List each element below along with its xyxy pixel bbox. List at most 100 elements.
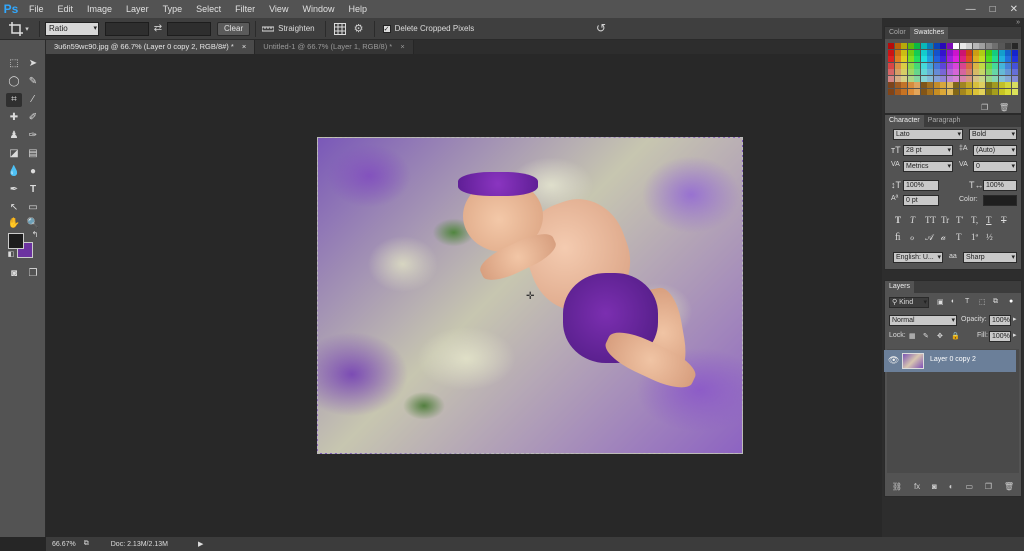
swatch[interactable]: [998, 62, 1005, 69]
dodge-tool-icon[interactable]: ●: [25, 165, 41, 179]
type-filter-icon[interactable]: T: [965, 298, 969, 305]
swatch[interactable]: [914, 88, 920, 95]
swatch[interactable]: [946, 49, 953, 56]
swatch[interactable]: [992, 43, 998, 49]
swatch[interactable]: [966, 56, 972, 62]
swatch[interactable]: [907, 43, 914, 49]
swatch[interactable]: [907, 75, 914, 82]
grid-overlay-icon[interactable]: [331, 22, 349, 35]
swatch[interactable]: [992, 88, 998, 95]
ratio-select[interactable]: Ratio: [45, 21, 99, 36]
menu-image[interactable]: Image: [80, 0, 119, 18]
swatch[interactable]: [1005, 56, 1011, 62]
swatch[interactable]: [901, 82, 907, 88]
swatch[interactable]: [940, 62, 946, 69]
swatch[interactable]: [998, 88, 1005, 95]
swatch[interactable]: [998, 82, 1005, 88]
ligature-icon[interactable]: ﬁ: [895, 232, 901, 243]
swatch[interactable]: [920, 49, 927, 56]
fill-slider-icon[interactable]: ▸: [1013, 331, 1017, 339]
swatch[interactable]: [979, 82, 985, 88]
swatch[interactable]: [959, 69, 966, 75]
font-family-select[interactable]: Lato: [893, 129, 963, 140]
swatch[interactable]: [907, 49, 914, 56]
swatch[interactable]: [979, 49, 985, 56]
swatch[interactable]: [985, 69, 992, 75]
swatch[interactable]: [933, 88, 940, 95]
swatch[interactable]: [972, 49, 979, 56]
swatch[interactable]: [946, 43, 953, 49]
history-brush-tool-icon[interactable]: ✑: [25, 129, 41, 143]
swatch[interactable]: [927, 62, 933, 69]
swatch[interactable]: [972, 82, 979, 88]
swatch[interactable]: [914, 69, 920, 75]
swatch[interactable]: [894, 69, 901, 75]
brush-tool-icon[interactable]: ✐: [25, 111, 41, 125]
swatch[interactable]: [907, 62, 914, 69]
screen-mode-icon[interactable]: ❐: [25, 267, 41, 281]
swatch[interactable]: [979, 75, 985, 82]
swatch[interactable]: [940, 75, 946, 82]
swatch[interactable]: [914, 49, 920, 56]
swatch[interactable]: [946, 75, 953, 82]
document-image[interactable]: ✛: [317, 137, 743, 454]
swatch[interactable]: [946, 69, 953, 75]
swatch[interactable]: [1005, 49, 1011, 56]
swatch[interactable]: [1011, 82, 1018, 88]
leading-select[interactable]: (Auto): [973, 145, 1017, 156]
blend-mode-select[interactable]: Normal: [889, 315, 957, 326]
swatch[interactable]: [914, 62, 920, 69]
swatch[interactable]: [1011, 56, 1018, 62]
faux-bold-button[interactable]: T: [895, 215, 901, 225]
swatch[interactable]: [953, 56, 959, 62]
swatch[interactable]: [907, 56, 914, 62]
tab-layers[interactable]: Layers: [885, 281, 915, 293]
swash-icon[interactable]: 𝒜: [925, 232, 934, 243]
swatch[interactable]: [985, 88, 992, 95]
smart-filter-icon[interactable]: ⧉: [993, 298, 998, 306]
swatch[interactable]: [1011, 49, 1018, 56]
swatch[interactable]: [920, 43, 927, 49]
menu-layer[interactable]: Layer: [119, 0, 156, 18]
menu-file[interactable]: File: [22, 0, 51, 18]
swatch[interactable]: [888, 43, 894, 49]
swatch[interactable]: [920, 62, 927, 69]
subscript-button[interactable]: T,: [971, 215, 978, 225]
swatch[interactable]: [966, 82, 972, 88]
layer-row[interactable]: 👁 Layer 0 copy 2: [884, 350, 1016, 372]
swatch[interactable]: [972, 88, 979, 95]
swatch[interactable]: [901, 56, 907, 62]
reset-icon[interactable]: ↺: [596, 21, 606, 35]
swatch[interactable]: [927, 75, 933, 82]
swatch[interactable]: [966, 75, 972, 82]
swatch[interactable]: [901, 43, 907, 49]
horizontal-scale-input[interactable]: 100%: [983, 180, 1017, 191]
new-swatch-icon[interactable]: ❐: [981, 103, 988, 112]
anti-alias-select[interactable]: Sharp: [963, 252, 1017, 263]
swatch[interactable]: [985, 43, 992, 49]
height-input[interactable]: [167, 21, 211, 36]
swatch[interactable]: [992, 56, 998, 62]
swatch[interactable]: [979, 69, 985, 75]
swatch[interactable]: [940, 43, 946, 49]
quick-select-tool-icon[interactable]: ✎: [25, 75, 41, 89]
zoom-level[interactable]: 66.67%: [52, 541, 76, 548]
swatch[interactable]: [933, 75, 940, 82]
swatch[interactable]: [992, 69, 998, 75]
swatch[interactable]: [992, 49, 998, 56]
swatch[interactable]: [985, 56, 992, 62]
shape-filter-icon[interactable]: ⬚: [979, 298, 986, 306]
link-icon[interactable]: ⛓: [892, 482, 902, 494]
swatch[interactable]: [966, 62, 972, 69]
tab-document-1[interactable]: 3u6n59wc90.jpg @ 66.7% (Layer 0 copy 2, …: [46, 40, 256, 54]
stylistic-icon[interactable]: 𝒶: [941, 232, 946, 243]
trash-icon[interactable]: 🗑: [999, 103, 1009, 112]
swatch[interactable]: [985, 82, 992, 88]
swap-icon[interactable]: ⇄: [149, 23, 167, 34]
font-size-select[interactable]: 28 pt: [903, 145, 953, 156]
swatch[interactable]: [901, 75, 907, 82]
swatch[interactable]: [972, 69, 979, 75]
swatch[interactable]: [933, 62, 940, 69]
eyedropper-tool-icon[interactable]: ⁄: [25, 93, 41, 107]
lock-position-icon[interactable]: ✥: [937, 332, 943, 340]
